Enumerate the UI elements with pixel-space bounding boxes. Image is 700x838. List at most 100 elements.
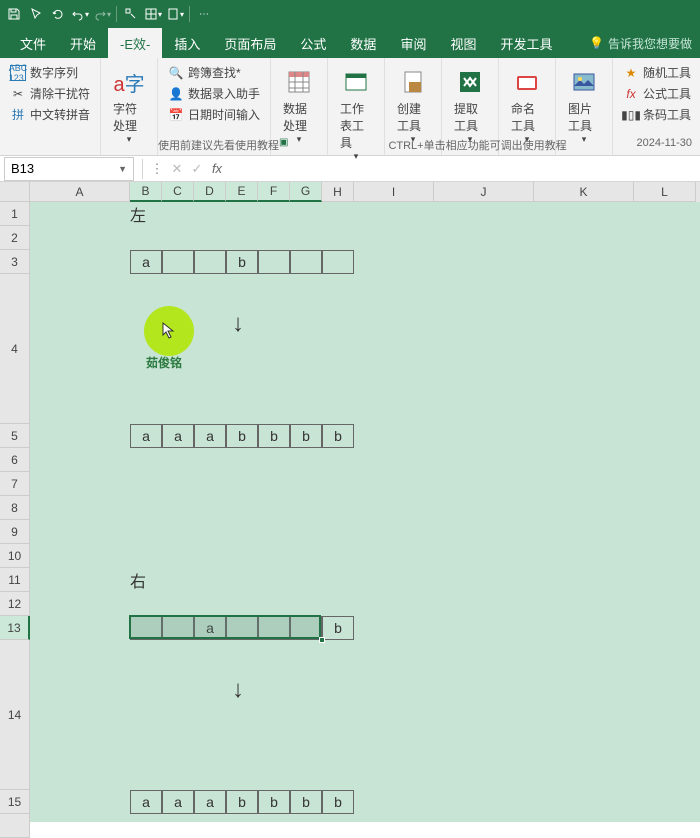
- cell[interactable]: b: [322, 790, 354, 814]
- formula-input[interactable]: [227, 157, 700, 181]
- row-header-4[interactable]: 4: [0, 274, 30, 424]
- row-header-1[interactable]: 1: [0, 202, 30, 226]
- row-header-12[interactable]: 12: [0, 592, 30, 616]
- cell[interactable]: [226, 616, 258, 640]
- cell[interactable]: 左: [130, 202, 162, 226]
- cell[interactable]: b: [258, 424, 290, 448]
- cell[interactable]: b: [226, 424, 258, 448]
- name-tools-button[interactable]: 命名工具▾: [505, 62, 549, 149]
- col-header-B[interactable]: B: [130, 182, 162, 202]
- row-header-2[interactable]: 2: [0, 226, 30, 250]
- cell[interactable]: [258, 616, 290, 640]
- col-header-H[interactable]: H: [322, 182, 354, 202]
- datetime-button[interactable]: 📅日期时间输入: [164, 104, 264, 125]
- row-header-5[interactable]: 5: [0, 424, 30, 448]
- create-tools-button[interactable]: 创建工具▾: [391, 62, 435, 149]
- grid-icon[interactable]: ▾: [143, 4, 163, 24]
- clipboard-icon[interactable]: ▾: [165, 4, 185, 24]
- cell[interactable]: a: [162, 424, 194, 448]
- cell[interactable]: [194, 250, 226, 274]
- col-header-L[interactable]: L: [634, 182, 696, 202]
- ribbon-tip-left[interactable]: 使用前建议先看使用教程: [8, 137, 279, 153]
- refresh-icon[interactable]: [48, 4, 68, 24]
- extract-tools-button[interactable]: 提取工具▾: [448, 62, 492, 149]
- pointer-icon[interactable]: [26, 4, 46, 24]
- tell-me[interactable]: 💡 告诉我您想要做: [589, 35, 692, 52]
- dots-icon[interactable]: ⋮: [147, 161, 167, 177]
- cell[interactable]: [258, 250, 290, 274]
- row-header-11[interactable]: 11: [0, 568, 30, 592]
- cell[interactable]: a: [194, 790, 226, 814]
- select-all-corner[interactable]: [0, 182, 30, 202]
- row-header-14[interactable]: 14: [0, 640, 30, 790]
- menu-data[interactable]: 数据: [338, 28, 388, 59]
- confirm-icon[interactable]: ✓: [187, 161, 207, 177]
- cancel-icon[interactable]: ✕: [167, 161, 187, 177]
- row-header-15[interactable]: 15: [0, 790, 30, 814]
- col-header-C[interactable]: C: [162, 182, 194, 202]
- cell[interactable]: a: [130, 250, 162, 274]
- menu-layout[interactable]: 页面布局: [212, 28, 288, 59]
- name-box[interactable]: B13 ▼: [4, 157, 134, 181]
- customize-qat-icon[interactable]: ⋯: [194, 4, 214, 24]
- row-header-3[interactable]: 3: [0, 250, 30, 274]
- cell[interactable]: a: [194, 424, 226, 448]
- menu-review[interactable]: 审阅: [388, 28, 438, 59]
- cell[interactable]: [162, 616, 194, 640]
- char-process-button[interactable]: a字 字符处理▾: [107, 62, 151, 149]
- pinyin-button[interactable]: 拼中文转拼音: [6, 104, 94, 125]
- col-header-A[interactable]: A: [30, 182, 130, 202]
- col-header-J[interactable]: J: [434, 182, 534, 202]
- row-header-6[interactable]: 6: [0, 448, 30, 472]
- cell[interactable]: a: [130, 424, 162, 448]
- cell[interactable]: a: [162, 790, 194, 814]
- cell[interactable]: b: [322, 424, 354, 448]
- col-header-E[interactable]: E: [226, 182, 258, 202]
- row-header-9[interactable]: 9: [0, 520, 30, 544]
- cell[interactable]: [290, 616, 322, 640]
- menu-eeffect[interactable]: -E效-: [108, 28, 162, 59]
- cell[interactable]: a: [130, 790, 162, 814]
- col-header-K[interactable]: K: [534, 182, 634, 202]
- cell[interactable]: b: [258, 790, 290, 814]
- num-sequence-button[interactable]: ABC123数字序列: [6, 62, 94, 83]
- menu-view[interactable]: 视图: [438, 28, 488, 59]
- col-header-I[interactable]: I: [354, 182, 434, 202]
- menu-home[interactable]: 开始: [58, 28, 108, 59]
- cell[interactable]: [162, 250, 194, 274]
- cell[interactable]: a: [194, 616, 226, 640]
- save-icon[interactable]: [4, 4, 24, 24]
- image-tools-button[interactable]: 图片工具▾: [562, 62, 606, 149]
- undo-icon[interactable]: ▾: [70, 4, 90, 24]
- cell[interactable]: [290, 250, 322, 274]
- cell[interactable]: b: [322, 616, 354, 640]
- cell[interactable]: b: [226, 790, 258, 814]
- row-header-10[interactable]: 10: [0, 544, 30, 568]
- cell[interactable]: b: [290, 424, 322, 448]
- row-header-8[interactable]: 8: [0, 496, 30, 520]
- random-tools-button[interactable]: ★随机工具: [619, 62, 695, 83]
- menu-dev[interactable]: 开发工具: [488, 28, 564, 59]
- col-header-G[interactable]: G: [290, 182, 322, 202]
- clear-noise-button[interactable]: ✂清除干扰符: [6, 83, 94, 104]
- data-entry-button[interactable]: 👤数据录入助手: [164, 83, 264, 104]
- col-header-F[interactable]: F: [258, 182, 290, 202]
- menu-insert[interactable]: 插入: [162, 28, 212, 59]
- data-process-button[interactable]: 数据处理▾: [277, 62, 321, 149]
- fx-label[interactable]: fx: [207, 161, 227, 176]
- cell-area[interactable]: 左右abaaabbbbabaaabbbb↓↓茹俊铭: [30, 202, 700, 822]
- cell[interactable]: b: [226, 250, 258, 274]
- barcode-tools-button[interactable]: ▮▯▮条码工具: [619, 104, 695, 125]
- col-header-D[interactable]: D: [194, 182, 226, 202]
- cell[interactable]: [130, 616, 162, 640]
- cross-lookup-button[interactable]: 🔍跨簿查找*: [164, 62, 264, 83]
- redo-icon[interactable]: ▾: [92, 4, 112, 24]
- cell[interactable]: [322, 250, 354, 274]
- formula-tools-button[interactable]: fx公式工具: [619, 83, 695, 104]
- menu-formula[interactable]: 公式: [288, 28, 338, 59]
- row-header-13[interactable]: 13: [0, 616, 30, 640]
- menu-file[interactable]: 文件: [8, 28, 58, 59]
- cell[interactable]: 右: [130, 568, 162, 592]
- fill-handle[interactable]: [319, 637, 325, 643]
- chevron-down-icon[interactable]: ▼: [118, 164, 127, 174]
